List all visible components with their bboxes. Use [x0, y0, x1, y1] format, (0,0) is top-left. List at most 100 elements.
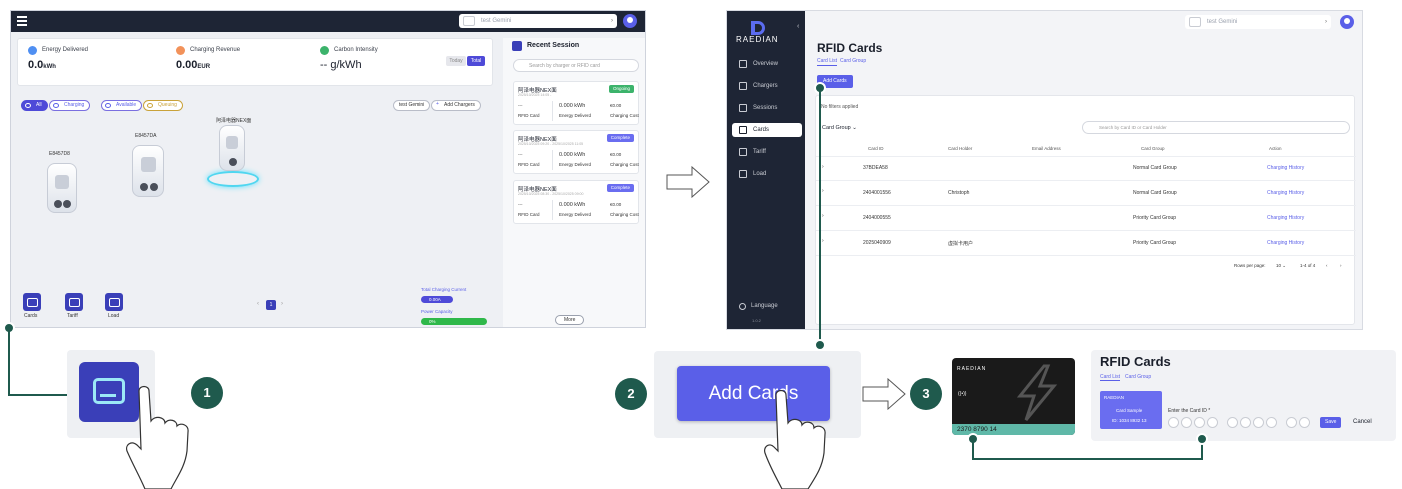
avatar[interactable]: [1340, 15, 1354, 29]
credit-card-icon: [93, 378, 125, 404]
page-range: 1-4 of 4: [1300, 263, 1316, 268]
stat-label: Energy Delivered: [42, 47, 89, 53]
charger-1[interactable]: [47, 163, 77, 213]
capacity-meter: 0%: [421, 318, 487, 325]
expand-row-icon[interactable]: ›: [822, 164, 824, 170]
more-button[interactable]: More: [555, 315, 585, 325]
next-page-icon[interactable]: ›: [281, 301, 283, 307]
add-chargers-button[interactable]: + Add Chargers: [431, 100, 481, 111]
expand-row-icon[interactable]: ›: [822, 213, 824, 219]
capacity-label: Power Capacity: [421, 309, 453, 314]
expand-row-icon[interactable]: ›: [822, 238, 824, 244]
filter-available[interactable]: Available: [101, 100, 143, 111]
charging-history-link[interactable]: Charging History: [1267, 165, 1304, 171]
connector-line: [819, 90, 821, 344]
column-header: Card Group: [1141, 146, 1165, 151]
rows-per-page-select[interactable]: 10 ⌄: [1276, 263, 1286, 269]
card-id: 37BDEA58: [863, 165, 888, 171]
sidebar-item-chargers[interactable]: Chargers: [732, 79, 802, 93]
load-nav-icon[interactable]: [105, 293, 123, 311]
sidebar-item-tariff[interactable]: Tariff: [732, 145, 802, 159]
session-card[interactable]: 阿泽电器NEX面 2025/10/2025 14:05 - Ongoing --…: [513, 81, 639, 125]
tab-card-list[interactable]: Card List: [817, 58, 838, 66]
rows-per-page-label: Rows per page:: [1234, 263, 1266, 268]
recent-session-panel: Recent Session Search by charger or RFID…: [503, 38, 645, 327]
card-id-digit-input[interactable]: [1286, 417, 1297, 428]
site-selector[interactable]: test Gemini ›: [1185, 15, 1331, 29]
card-id-digit-input[interactable]: [1194, 417, 1205, 428]
sidebar-item-sessions[interactable]: Sessions: [732, 101, 802, 115]
version: 1.0.2: [752, 318, 761, 323]
filter-charging[interactable]: Charging: [49, 100, 91, 111]
tab-card-list[interactable]: Card List: [1100, 374, 1121, 381]
cards-table-card: No filters applied Card Group ⌄ Search b…: [815, 95, 1356, 325]
chevron-down-icon: ⌄: [852, 125, 857, 131]
current-label: Total Charging Current: [421, 287, 467, 292]
lightning-icon: [1016, 364, 1058, 421]
session-card[interactable]: 阿泽电器NEX面 2025/10/2025 09:20 - 2025/10/20…: [513, 130, 639, 174]
connector-dot: [1196, 433, 1208, 445]
column-header: Card ID: [868, 146, 884, 151]
credit-card-icon: [739, 126, 747, 134]
toggle-today[interactable]: Today: [446, 56, 466, 66]
tariff-nav-icon[interactable]: [65, 293, 83, 311]
card-id-digit-input[interactable]: [1299, 417, 1310, 428]
card-group-select[interactable]: Card Group ⌄: [822, 125, 857, 131]
avatar[interactable]: [623, 14, 637, 28]
charging-history-link[interactable]: Charging History: [1267, 240, 1304, 246]
sidebar-item-overview[interactable]: Overview: [732, 57, 802, 71]
page-number[interactable]: 1: [266, 300, 276, 310]
session-search-input[interactable]: Search by charger or RFID card: [513, 59, 639, 72]
charger-label: E8457DA: [135, 133, 157, 139]
tab-card-group[interactable]: Card Group: [840, 58, 866, 64]
charger-2[interactable]: [132, 145, 164, 197]
connector-line: [972, 441, 974, 459]
save-button[interactable]: Save: [1320, 417, 1342, 428]
session-card[interactable]: 阿泽电器NEX面 2025/10/2025 08:30 - 2025/10/20…: [513, 180, 639, 224]
charger-label: E8457D8: [49, 151, 70, 157]
form-title: RFID Cards: [1100, 354, 1171, 369]
sidebar-item-load[interactable]: Load: [732, 167, 802, 181]
tab-card-group[interactable]: Card Group: [1125, 374, 1151, 380]
card-id-digit-input[interactable]: [1168, 417, 1179, 428]
card-search-input[interactable]: Search by Card ID or Card Holder: [1082, 121, 1350, 134]
stat-value: 0.0kWh: [28, 59, 56, 71]
prev-page-icon[interactable]: ‹: [1326, 263, 1328, 268]
card-id-digit-input[interactable]: [1240, 417, 1251, 428]
building-icon: [463, 16, 475, 26]
next-page-icon[interactable]: ›: [1340, 263, 1342, 268]
cards-nav-icon[interactable]: [23, 293, 41, 311]
globe-icon: [739, 303, 746, 310]
filter-all[interactable]: All: [21, 100, 48, 111]
stat-label: Charging Revenue: [190, 47, 241, 53]
card-number: 2370 8790 14: [957, 426, 997, 433]
prev-page-icon[interactable]: ‹: [257, 301, 259, 307]
expand-row-icon[interactable]: ›: [822, 188, 824, 194]
hand-pointer-icon: [764, 389, 826, 489]
connector-line: [972, 458, 1202, 460]
filter-status: No filters applied: [821, 104, 859, 110]
charging-history-link[interactable]: Charging History: [1267, 215, 1304, 221]
cancel-button[interactable]: Cancel: [1353, 417, 1372, 428]
language-selector[interactable]: Language: [751, 303, 778, 309]
card-id-digit-input[interactable]: [1207, 417, 1218, 428]
collapse-icon[interactable]: ‹: [797, 23, 799, 30]
charging-history-link[interactable]: Charging History: [1267, 190, 1304, 196]
toggle-total[interactable]: Total: [467, 56, 485, 66]
card-id-digit-input[interactable]: [1181, 417, 1192, 428]
filter-queuing[interactable]: Queuing: [143, 100, 183, 111]
charger-3[interactable]: [219, 125, 245, 171]
card-id-digit-input[interactable]: [1266, 417, 1277, 428]
sidebar-item-cards[interactable]: Cards: [732, 123, 802, 137]
card-id-digit-input[interactable]: [1253, 417, 1264, 428]
card-sample: RAEDIAN Card Sample ID: 1034 8932 13: [1100, 391, 1162, 429]
card-id-digit-input[interactable]: [1227, 417, 1238, 428]
revenue-icon: [176, 46, 185, 55]
tariff-icon: [739, 148, 747, 156]
site-selector[interactable]: test Gemini ›: [459, 14, 617, 28]
menu-icon[interactable]: [17, 16, 27, 26]
current-meter: 0.00A: [421, 296, 453, 303]
add-card-form-panel: RFID Cards Card List Card Group RAEDIAN …: [1091, 350, 1396, 441]
card-group: Priority Card Group: [1133, 215, 1177, 221]
site-button[interactable]: test Gemini: [393, 100, 431, 111]
